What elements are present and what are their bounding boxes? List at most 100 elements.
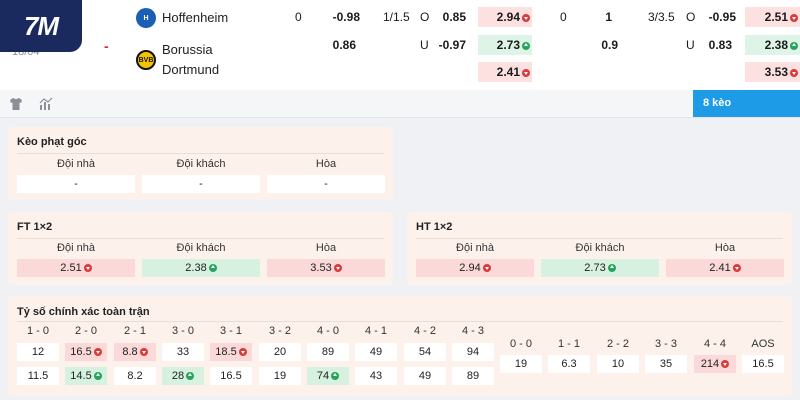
- down-arrow-icon: [139, 348, 148, 356]
- cs-aos-odds[interactable]: 16.5: [742, 355, 784, 373]
- ou2-odds-under[interactable]: 0.83: [700, 35, 732, 55]
- cs-odds[interactable]: 18.5: [210, 343, 252, 361]
- corners-draw-label: Hòa: [315, 158, 337, 170]
- cs-odds[interactable]: 89: [307, 343, 349, 361]
- cs-odds[interactable]: 49: [404, 367, 446, 385]
- ou2-line: 3/3.5: [648, 10, 675, 24]
- divider: [17, 153, 384, 154]
- cs-odds[interactable]: 94: [452, 343, 494, 361]
- ou-odds[interactable]: 0.85: [430, 7, 466, 27]
- away-team[interactable]: BVB Borussia Dortmund: [136, 40, 219, 80]
- match-row: 18/04 - H Hoffenheim BVB Borussia Dortmu…: [0, 0, 800, 90]
- down-arrow-icon: [721, 360, 730, 368]
- cs-draw-odds[interactable]: 19: [500, 355, 542, 373]
- corners-draw-value[interactable]: -: [267, 175, 385, 193]
- cs-draw-header: 3 - 3: [654, 338, 677, 350]
- ft-away-value[interactable]: 2.38: [142, 259, 260, 277]
- cs-odds[interactable]: 49: [355, 343, 397, 361]
- site-logo[interactable]: 7M: [0, 0, 82, 52]
- cs-odds[interactable]: 20: [259, 343, 301, 361]
- cs-odds[interactable]: 11.5: [17, 367, 59, 385]
- x12-draw-odds[interactable]: 2.41: [478, 62, 532, 82]
- down-arrow-icon: [790, 69, 798, 77]
- x12-home-odds[interactable]: 2.94: [478, 7, 532, 27]
- cs-draw-header: 4 - 4: [703, 338, 726, 350]
- cs-draw-header: 2 - 2: [606, 338, 629, 350]
- cs-odds[interactable]: 8.8: [114, 343, 156, 361]
- cs-draw-odds[interactable]: 6.3: [548, 355, 590, 373]
- cs-header: 4 - 0: [316, 325, 339, 337]
- cs-odds[interactable]: 19: [259, 367, 301, 385]
- home-team[interactable]: H Hoffenheim: [136, 8, 228, 28]
- hdp-odds-away[interactable]: 0.86: [320, 35, 356, 55]
- corners-away-value[interactable]: -: [142, 175, 260, 193]
- more-odds-button[interactable]: 8 kèo: [693, 90, 800, 117]
- cs-odds[interactable]: 54: [404, 343, 446, 361]
- cs-header: 3 - 1: [219, 325, 242, 337]
- corners-home-value[interactable]: -: [17, 175, 135, 193]
- cs-odds[interactable]: 74: [307, 367, 349, 385]
- up-arrow-icon: [522, 42, 530, 50]
- hdp2-line: 0: [560, 10, 567, 24]
- hdp2-odds-away[interactable]: 0.9: [590, 35, 618, 55]
- ht-draw-value[interactable]: 2.41: [666, 259, 784, 277]
- up-arrow-icon: [607, 264, 616, 272]
- cs-odds[interactable]: 16.5: [65, 343, 107, 361]
- corners-panel: Kèo phạt góc Đội nhà Đội khách Hòa - - -: [8, 127, 393, 200]
- ht-home-label: Đội nhà: [456, 242, 494, 254]
- down-arrow-icon: [522, 14, 530, 22]
- cs-odds[interactable]: 89: [452, 367, 494, 385]
- dortmund-crest-icon: BVB: [136, 50, 156, 70]
- cs-draw-odds[interactable]: 10: [597, 355, 639, 373]
- x12-2-away-odds[interactable]: 2.38: [745, 35, 800, 55]
- corners-title: Kèo phạt góc: [17, 136, 87, 148]
- cs-draw-odds[interactable]: 35: [645, 355, 687, 373]
- ht-home-value[interactable]: 2.94: [416, 259, 534, 277]
- cs-header: 3 - 2: [268, 325, 291, 337]
- correct-score-panel: Tỷ số chính xác toàn trận 1 - 0 2 - 0 2 …: [8, 296, 792, 396]
- ou-odds-under[interactable]: -0.97: [430, 35, 466, 55]
- divider: [416, 238, 783, 239]
- ft-home-label: Đội nhà: [57, 242, 95, 254]
- cs-odds[interactable]: 8.2: [114, 367, 156, 385]
- x12-away-odds[interactable]: 2.73: [478, 35, 532, 55]
- ft-away-label: Đội khách: [176, 242, 226, 254]
- ft-draw-label: Hòa: [315, 242, 337, 254]
- ht-draw-label: Hòa: [714, 242, 736, 254]
- hdp-line: 0: [295, 10, 302, 24]
- hdp-odds[interactable]: -0.98: [320, 7, 360, 27]
- down-arrow-icon: [93, 348, 102, 356]
- ft-1x2-panel: FT 1×2 Đội nhà Đội khách Hòa 2.51 2.38 3…: [8, 212, 393, 285]
- cs-header: 4 - 1: [364, 325, 387, 337]
- ht-1x2-panel: HT 1×2 Đội nhà Đội khách Hòa 2.94 2.73 2…: [407, 212, 792, 285]
- hdp2-odds[interactable]: 1: [590, 7, 612, 27]
- ou-side-under: U: [420, 38, 429, 52]
- cs-header: 1 - 0: [26, 325, 49, 337]
- cs-odds[interactable]: 43: [355, 367, 397, 385]
- shirt-icon[interactable]: [8, 96, 24, 112]
- down-arrow-icon: [522, 69, 530, 77]
- cs-odds[interactable]: 16.5: [210, 367, 252, 385]
- ht-away-value[interactable]: 2.73: [541, 259, 659, 277]
- cs-draw-header: 0 - 0: [509, 338, 532, 350]
- cs-header: 2 - 1: [123, 325, 146, 337]
- cs-odds[interactable]: 14.5: [65, 367, 107, 385]
- stats-icon[interactable]: [38, 96, 54, 112]
- ht-title: HT 1×2: [416, 221, 453, 233]
- cs-header: 4 - 3: [461, 325, 484, 337]
- ft-home-value[interactable]: 2.51: [17, 259, 135, 277]
- cs-odds[interactable]: 33: [162, 343, 204, 361]
- down-arrow-icon: [790, 14, 798, 22]
- ft-draw-value[interactable]: 3.53: [267, 259, 385, 277]
- cs-odds[interactable]: 12: [17, 343, 59, 361]
- x12-2-home-odds[interactable]: 2.51: [745, 7, 800, 27]
- ou-line: 1/1.5: [383, 10, 410, 24]
- cs-aos-header: AOS: [751, 338, 775, 350]
- cs-title: Tỷ số chính xác toàn trận: [17, 306, 150, 318]
- corners-home-label: Đội nhà: [57, 158, 95, 170]
- ou2-odds[interactable]: -0.95: [700, 7, 736, 27]
- down-arrow-icon: [482, 264, 491, 272]
- cs-draw-odds[interactable]: 214: [694, 355, 736, 373]
- x12-2-draw-odds[interactable]: 3.53: [745, 62, 800, 82]
- cs-odds[interactable]: 28: [162, 367, 204, 385]
